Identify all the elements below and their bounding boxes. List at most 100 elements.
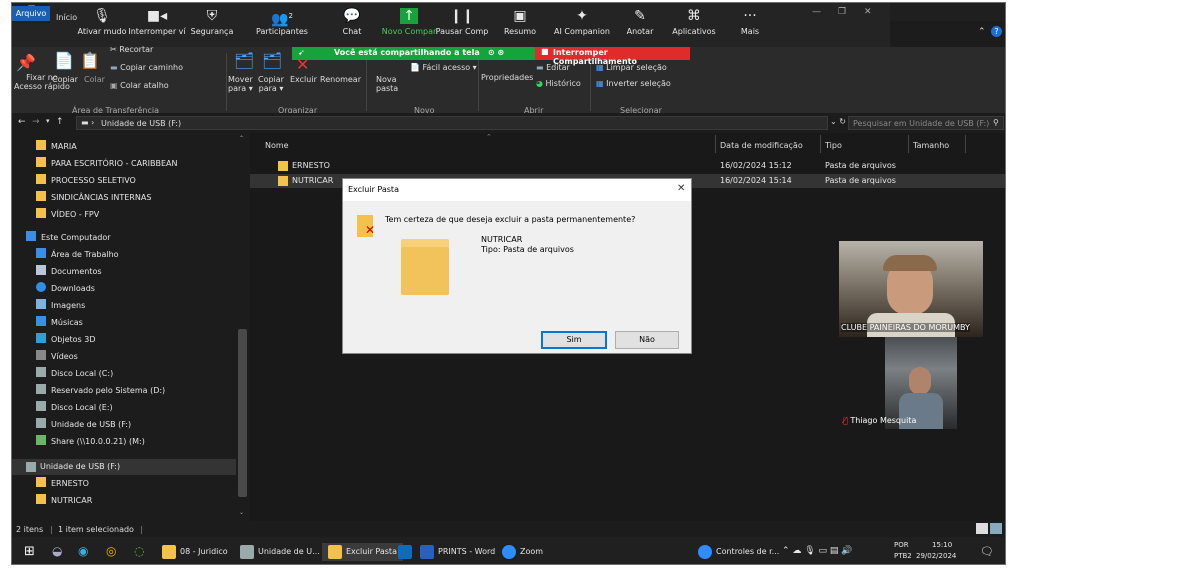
edge-icon[interactable]: ◉ <box>78 544 88 558</box>
nav-item-this-pc[interactable]: Este Computador <box>26 230 111 246</box>
pause-share-button[interactable]: ❙❙ Pausar Comp <box>432 7 492 36</box>
column-name[interactable]: Nome <box>265 141 289 150</box>
large-icons-view-icon[interactable] <box>990 523 1002 534</box>
paste-shortcut-button[interactable]: ▣ Colar atalho <box>110 81 169 90</box>
taskbar-app-zoom[interactable]: Zoom <box>502 543 543 561</box>
close-icon[interactable]: ✕ <box>677 183 685 194</box>
history-button[interactable]: ◕ Histórico <box>536 79 581 88</box>
outlook-icon[interactable] <box>398 545 412 559</box>
nav-item-documents[interactable]: Documentos <box>36 264 102 280</box>
apps-button[interactable]: ⌘ Aplicativos <box>664 7 724 36</box>
taskbar-app-juridico[interactable]: 08 - Juridico <box>162 543 228 561</box>
summary-button[interactable]: ▣ Resumo <box>490 7 550 36</box>
nav-item-videos[interactable]: Vídeos <box>36 349 78 365</box>
participant-hair <box>883 255 937 271</box>
dialog-title: Excluir Pasta <box>348 185 399 194</box>
taskbar-app-word[interactable]: PRINTS - Word <box>420 543 495 561</box>
nav-item-maria[interactable]: MARIA <box>36 139 77 155</box>
refresh-icon[interactable]: ⌄ ↻ <box>830 117 846 126</box>
forward-icon[interactable]: → <box>32 117 40 127</box>
recent-dropdown-icon[interactable]: ▾ <box>46 117 50 125</box>
chrome-icon[interactable]: ◎ <box>106 544 116 558</box>
scroll-thumb[interactable] <box>238 329 247 497</box>
copy-button[interactable]: Copiar <box>52 75 78 84</box>
nav-item-usb-selected[interactable]: Unidade de USB (F:) <box>12 459 236 475</box>
paste-button[interactable]: Colar <box>84 75 105 84</box>
windows-start-icon[interactable]: ⊞ <box>24 544 35 559</box>
copy-to-button[interactable]: Copiar para ▾ <box>258 75 284 93</box>
nav-item-ernesto[interactable]: ERNESTO <box>36 476 89 492</box>
ribbon-collapse-icon[interactable]: ⌃ <box>978 27 986 37</box>
address-input[interactable]: ▬ › Unidade de USB (F:) <box>76 116 828 130</box>
nav-item-images[interactable]: Imagens <box>36 298 85 314</box>
minimize-icon[interactable]: — <box>812 7 821 17</box>
nav-item-music[interactable]: Músicas <box>36 315 83 331</box>
nav-item-sindicancias[interactable]: SINDICÂNCIAS INTERNAS <box>36 190 151 206</box>
nav-item-disk-e[interactable]: Disco Local (E:) <box>36 400 113 416</box>
nav-scrollbar[interactable]: ⌃ ⌄ <box>236 133 249 519</box>
help-icon[interactable]: ? <box>991 26 1002 37</box>
divider <box>366 53 367 111</box>
nav-item-processo[interactable]: PROCESSO SELETIVO <box>36 173 136 189</box>
nav-item-disk-d[interactable]: Reservado pelo Sistema (D:) <box>36 383 165 399</box>
new-share-button[interactable]: ↑ Novo Compar <box>379 7 439 36</box>
details-view-icon[interactable] <box>976 523 988 534</box>
column-size[interactable]: Tamanho <box>913 141 949 150</box>
chat-button[interactable]: 💬 Chat <box>322 7 382 36</box>
scroll-up-icon[interactable]: ⌃ <box>239 135 244 142</box>
rename-button[interactable]: Renomear <box>320 75 361 84</box>
table-row[interactable]: ERNESTO 16/02/2024 15:12 Pasta de arquiv… <box>250 159 1005 173</box>
restore-icon[interactable]: ❐ <box>838 7 846 17</box>
cut-button[interactable]: ✂ Recortar <box>110 45 153 54</box>
yes-button[interactable]: Sim <box>541 331 607 349</box>
nav-item-3d-objects[interactable]: Objetos 3D <box>36 332 96 348</box>
nav-item-nutricar[interactable]: NUTRICAR <box>36 493 92 509</box>
search-input[interactable]: Pesquisar em Unidade de USB (F:) ⚲ <box>848 116 1004 130</box>
column-date[interactable]: Data de modificação <box>720 141 803 150</box>
stop-video-button[interactable]: ■◂ Interromper ví <box>127 7 187 36</box>
search-taskbar-icon[interactable]: ◒ <box>52 544 62 558</box>
nav-item-desktop[interactable]: Área de Trabalho <box>36 247 119 263</box>
taskbar-app-usb[interactable]: Unidade de U... <box>240 543 320 561</box>
delete-button[interactable]: Excluir <box>290 75 317 84</box>
keyboard-layout[interactable]: PTB2 <box>894 552 912 560</box>
move-to-button[interactable]: Mover para ▾ <box>228 75 253 93</box>
tray-icons[interactable]: ⌃ ☁ 🎙 ▭ ▤ 🔊 <box>782 546 852 556</box>
whatsapp-icon[interactable]: ◌ <box>134 544 144 558</box>
taskbar-app-excluir[interactable]: Excluir Pasta <box>322 543 403 561</box>
clock-time[interactable]: 15:10 <box>932 541 952 549</box>
taskbar-app-zoom-controls[interactable]: Controles de r... <box>698 543 779 561</box>
stop-share-button[interactable]: ■ Interromper Compartilhamento <box>535 47 690 66</box>
ai-companion-button[interactable]: ✦ AI Companion <box>552 7 612 36</box>
up-icon[interactable]: ↑ <box>56 117 64 127</box>
back-icon[interactable]: ← <box>18 117 26 127</box>
nav-item-disk-c[interactable]: Disco Local (C:) <box>36 366 113 382</box>
no-button[interactable]: Não <box>615 331 679 349</box>
tab-arquivo-overlay[interactable]: Arquivo <box>12 6 50 21</box>
nav-item-downloads[interactable]: Downloads <box>36 281 95 297</box>
notifications-icon[interactable]: 🗨 <box>980 545 994 558</box>
move-to-icon: 🗂 <box>234 51 255 70</box>
nav-item-video-fpv[interactable]: VÍDEO - FPV <box>36 207 99 223</box>
dialog-item-type: Tipo: Pasta de arquivos <box>481 245 574 254</box>
nav-item-caribbean[interactable]: PARA ESCRITÓRIO - CARIBBEAN <box>36 156 178 172</box>
new-folder-button[interactable]: Nova pasta <box>376 75 398 93</box>
participant-video-1[interactable]: CLUBE PAINEIRAS DO MORUMBY <box>839 241 983 337</box>
scroll-down-icon[interactable]: ⌄ <box>239 509 244 516</box>
participants-button[interactable]: 👥2 Participantes <box>252 7 312 36</box>
mute-button[interactable]: 🎙 Ativar mudo <box>72 7 132 36</box>
column-type[interactable]: Tipo <box>825 141 842 150</box>
clock-date[interactable]: 29/02/2024 <box>916 552 956 560</box>
divider <box>908 135 909 153</box>
nav-item-share-m[interactable]: Share (\\10.0.0.21) (M:) <box>36 434 145 450</box>
close-icon[interactable]: ✕ <box>864 7 872 17</box>
language-indicator[interactable]: POR <box>894 541 909 549</box>
invert-selection-button[interactable]: ▦ Inverter seleção <box>596 79 671 88</box>
easy-access-button[interactable]: 📄 Fácil acesso ▾ <box>410 63 477 72</box>
security-button[interactable]: ⛨ Segurança <box>182 7 242 36</box>
copy-path-button[interactable]: ▬ Copiar caminho <box>110 63 183 72</box>
more-button[interactable]: ··· Mais <box>720 7 780 36</box>
nav-item-usb-f[interactable]: Unidade de USB (F:) <box>36 417 131 433</box>
annotate-button[interactable]: ✎ Anotar <box>610 7 670 36</box>
properties-button[interactable]: Propriedades <box>481 73 533 82</box>
